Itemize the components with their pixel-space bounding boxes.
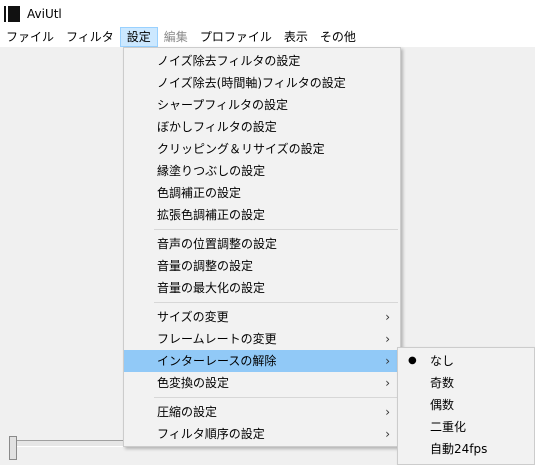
submenu-item-label: 自動24fps xyxy=(430,442,488,456)
menu-item-temporal-noise-filter-settings[interactable]: ノイズ除去(時間軸)フィルタの設定 xyxy=(124,72,400,94)
menu-profile[interactable]: プロファイル xyxy=(194,27,278,47)
menu-filter[interactable]: フィルタ xyxy=(60,27,120,47)
submenu-item-label: 二重化 xyxy=(430,420,467,434)
chevron-right-icon: › xyxy=(385,427,390,441)
menu-item-volume-maximize-settings[interactable]: 音量の最大化の設定 xyxy=(124,277,400,299)
submenu-item-label: 奇数 xyxy=(430,376,455,390)
window-title: AviUtl xyxy=(27,6,62,21)
menu-item-label: フィルタ順序の設定 xyxy=(157,427,265,441)
menu-item-label: ノイズ除去フィルタの設定 xyxy=(157,54,301,68)
menu-item-color-conversion-settings[interactable]: 色変換の設定 › xyxy=(124,372,400,394)
menu-item-label: フレームレートの変更 xyxy=(157,332,277,346)
radio-bullet-icon: ● xyxy=(408,355,417,366)
menu-bar: ファイル フィルタ 設定 編集 プロファイル 表示 その他 xyxy=(0,27,535,47)
chevron-right-icon: › xyxy=(385,332,390,346)
title-bar: AviUtl xyxy=(0,0,535,27)
menu-item-blur-filter-settings[interactable]: ぼかしフィルタの設定 xyxy=(124,116,400,138)
menu-item-sharp-filter-settings[interactable]: シャープフィルタの設定 xyxy=(124,94,400,116)
menu-item-label: ノイズ除去(時間軸)フィルタの設定 xyxy=(157,76,346,90)
submenu-item-label: なし xyxy=(430,354,455,368)
menu-item-label: 圧縮の設定 xyxy=(157,405,218,419)
menu-item-label: 色変換の設定 xyxy=(157,376,230,390)
menu-item-label: ぼかしフィルタの設定 xyxy=(157,120,277,134)
submenu-item-label: 偶数 xyxy=(430,398,455,412)
chevron-right-icon: › xyxy=(385,376,390,390)
menu-item-noise-filter-settings[interactable]: ノイズ除去フィルタの設定 xyxy=(124,50,400,72)
chevron-right-icon: › xyxy=(385,354,390,368)
menu-item-compression-settings[interactable]: 圧縮の設定 › xyxy=(124,401,400,423)
submenu-item-double[interactable]: 二重化 xyxy=(398,416,534,438)
submenu-item-even[interactable]: 偶数 xyxy=(398,394,534,416)
menu-item-extended-color-correction-settings[interactable]: 拡張色調補正の設定 xyxy=(124,204,400,226)
menu-item-deinterlace[interactable]: インターレースの解除 › xyxy=(124,350,400,372)
submenu-item-none[interactable]: ● なし xyxy=(398,350,534,372)
menu-separator xyxy=(154,397,398,398)
menu-item-label: 音量の調整の設定 xyxy=(157,259,254,273)
menu-separator xyxy=(154,302,398,303)
menu-item-label: サイズの変更 xyxy=(157,310,229,324)
menu-item-volume-adjust-settings[interactable]: 音量の調整の設定 xyxy=(124,255,400,277)
aviutl-app-icon xyxy=(6,5,20,22)
settings-dropdown-menu: ノイズ除去フィルタの設定 ノイズ除去(時間軸)フィルタの設定 シャープフィルタの… xyxy=(123,47,401,447)
chevron-right-icon: › xyxy=(385,310,390,324)
menu-item-label: クリッピング＆リサイズの設定 xyxy=(157,142,325,156)
menu-view[interactable]: 表示 xyxy=(278,27,314,47)
menu-item-border-fill-settings[interactable]: 縁塗りつぶしの設定 xyxy=(124,160,400,182)
frame-seek-slider-thumb[interactable] xyxy=(9,436,17,460)
menu-item-audio-position-settings[interactable]: 音声の位置調整の設定 xyxy=(124,233,400,255)
chevron-right-icon: › xyxy=(385,405,390,419)
menu-item-label: 音声の位置調整の設定 xyxy=(157,237,278,251)
menu-item-color-correction-settings[interactable]: 色調補正の設定 xyxy=(124,182,400,204)
deinterlace-submenu: ● なし 奇数 偶数 二重化 自動24fps xyxy=(397,347,535,465)
menu-item-resize[interactable]: サイズの変更 › xyxy=(124,306,400,328)
menu-item-filter-order-settings[interactable]: フィルタ順序の設定 › xyxy=(124,423,400,445)
menu-edit[interactable]: 編集 xyxy=(158,27,194,47)
submenu-item-auto-24fps[interactable]: 自動24fps xyxy=(398,438,534,460)
submenu-item-odd[interactable]: 奇数 xyxy=(398,372,534,394)
menu-item-label: シャープフィルタの設定 xyxy=(157,98,289,112)
menu-item-label: 拡張色調補正の設定 xyxy=(157,208,266,222)
menu-item-label: 縁塗りつぶしの設定 xyxy=(157,164,266,178)
menu-item-label: 色調補正の設定 xyxy=(157,186,242,200)
menu-file[interactable]: ファイル xyxy=(0,27,60,47)
menu-settings[interactable]: 設定 xyxy=(119,27,158,47)
menu-separator xyxy=(154,229,398,230)
menu-item-clipping-resize-settings[interactable]: クリッピング＆リサイズの設定 xyxy=(124,138,400,160)
menu-other[interactable]: その他 xyxy=(314,27,362,47)
menu-item-label: インターレースの解除 xyxy=(157,354,277,368)
menu-item-label: 音量の最大化の設定 xyxy=(157,281,266,295)
menu-item-framerate-change[interactable]: フレームレートの変更 › xyxy=(124,328,400,350)
